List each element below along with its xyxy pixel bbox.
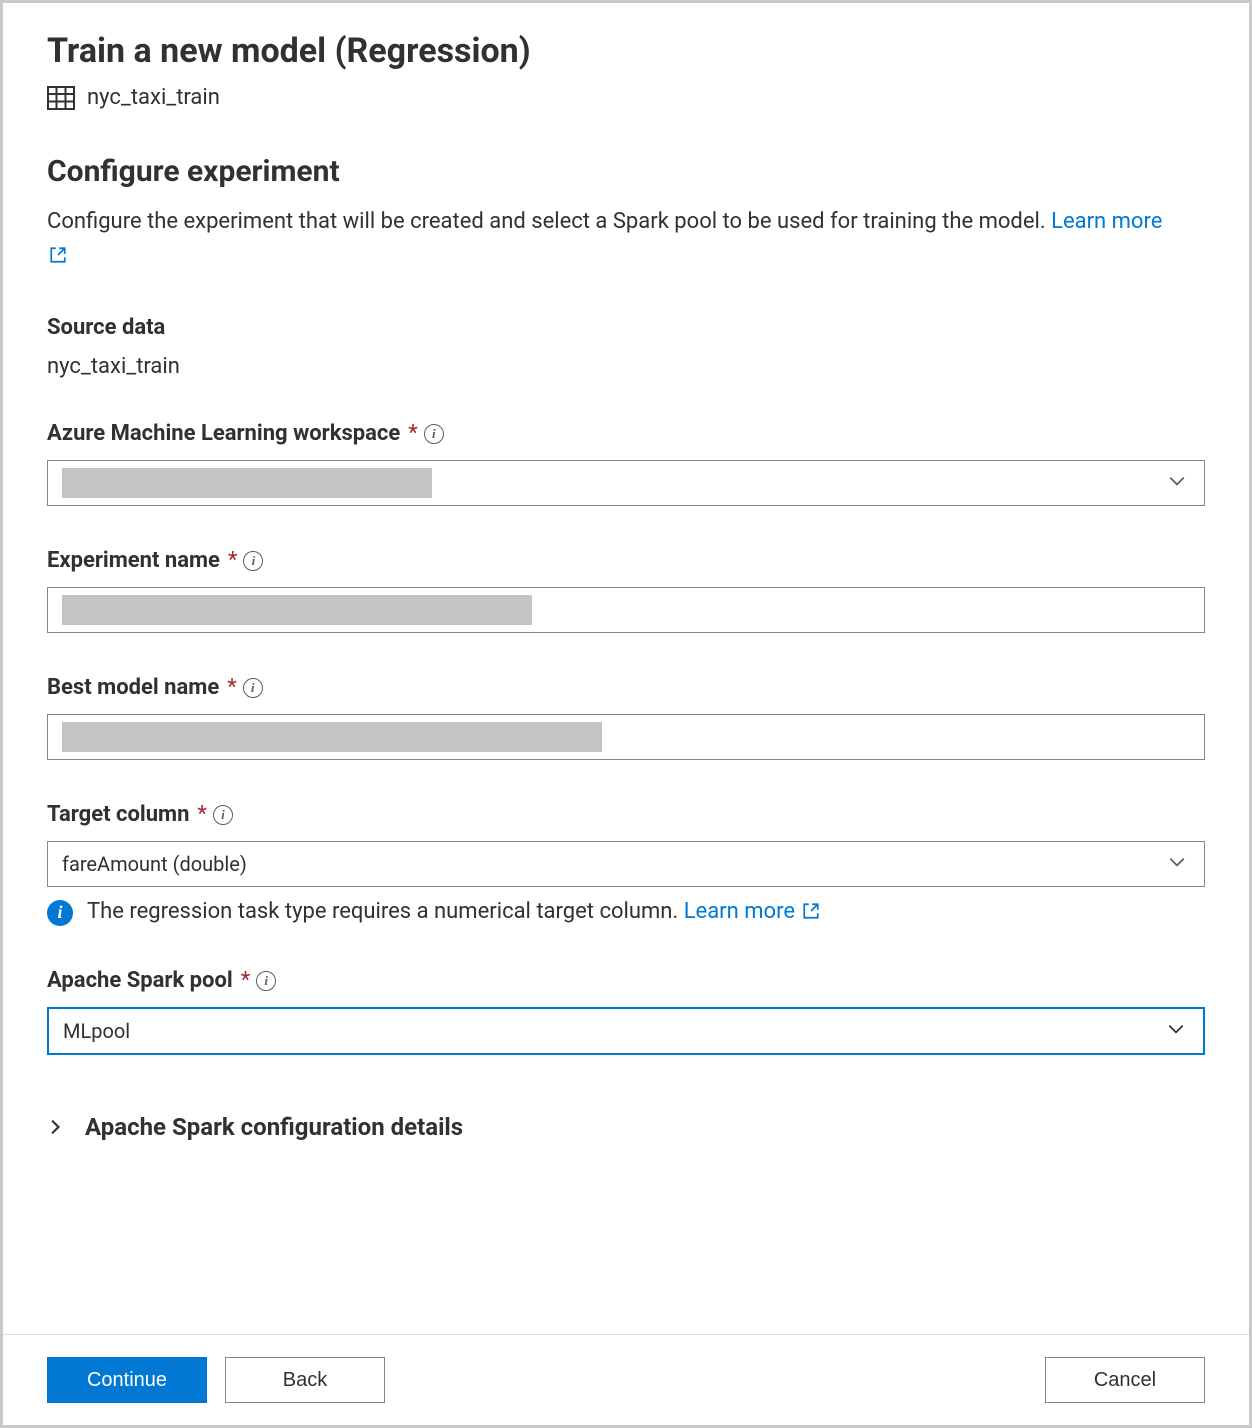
chevron-down-icon: [1167, 1019, 1185, 1043]
external-link-icon: [49, 241, 67, 275]
info-icon[interactable]: i: [424, 424, 444, 444]
external-link-icon: [802, 901, 820, 926]
target-column-select[interactable]: fareAmount (double): [47, 841, 1205, 887]
section-description: Configure the experiment that will be cr…: [47, 205, 1167, 275]
cancel-button[interactable]: Cancel: [1045, 1357, 1205, 1403]
spark-pool-field: Apache Spark pool * i MLpool: [47, 968, 1205, 1055]
required-indicator: *: [408, 421, 417, 446]
experiment-name-input[interactable]: [47, 587, 1205, 633]
chevron-right-icon: [47, 1119, 67, 1136]
info-icon[interactable]: i: [213, 805, 233, 825]
experiment-name-field: Experiment name * i: [47, 548, 1205, 633]
back-button[interactable]: Back: [225, 1357, 385, 1403]
target-learn-more-link[interactable]: Learn more: [684, 899, 821, 924]
source-data-value: nyc_taxi_train: [47, 354, 1205, 379]
dialog-content: Train a new model (Regression) nyc_taxi_…: [3, 3, 1249, 1334]
info-icon[interactable]: i: [243, 551, 263, 571]
spark-config-label: Apache Spark configuration details: [85, 1113, 463, 1141]
dataset-name: nyc_taxi_train: [87, 85, 220, 110]
target-column-info-text: The regression task type requires a nume…: [87, 899, 820, 926]
dataset-row: nyc_taxi_train: [47, 85, 1205, 110]
chevron-down-icon: [1168, 471, 1186, 495]
source-data-label: Source data: [47, 315, 1205, 340]
required-indicator: *: [227, 675, 236, 700]
workspace-select[interactable]: [47, 460, 1205, 506]
continue-button[interactable]: Continue: [47, 1357, 207, 1403]
best-model-name-label: Best model name * i: [47, 675, 1205, 700]
target-column-info: i The regression task type requires a nu…: [47, 899, 1205, 926]
dialog-footer: Continue Back Cancel: [3, 1334, 1249, 1425]
required-indicator: *: [228, 548, 237, 573]
target-column-label: Target column * i: [47, 802, 1205, 827]
best-model-name-field: Best model name * i: [47, 675, 1205, 760]
workspace-field: Azure Machine Learning workspace * i: [47, 421, 1205, 506]
page-title: Train a new model (Regression): [47, 31, 1205, 71]
experiment-name-label: Experiment name * i: [47, 548, 1205, 573]
target-column-field: Target column * i fareAmount (double) i …: [47, 802, 1205, 926]
spark-pool-value: MLpool: [63, 1019, 130, 1043]
best-model-name-input[interactable]: [47, 714, 1205, 760]
section-title: Configure experiment: [47, 154, 1205, 189]
required-indicator: *: [241, 968, 250, 993]
redacted-value: [62, 595, 532, 625]
table-icon: [47, 86, 75, 110]
info-icon: i: [47, 900, 73, 926]
required-indicator: *: [197, 802, 206, 827]
workspace-label: Azure Machine Learning workspace * i: [47, 421, 1205, 446]
source-data-block: Source data nyc_taxi_train: [47, 315, 1205, 379]
info-icon[interactable]: i: [256, 971, 276, 991]
redacted-value: [62, 468, 432, 498]
dialog-window: Train a new model (Regression) nyc_taxi_…: [0, 0, 1252, 1428]
spark-pool-label: Apache Spark pool * i: [47, 968, 1205, 993]
spark-config-expand[interactable]: Apache Spark configuration details: [47, 1113, 1205, 1141]
spark-pool-select[interactable]: MLpool: [47, 1007, 1205, 1055]
chevron-down-icon: [1168, 852, 1186, 876]
redacted-value: [62, 722, 602, 752]
section-description-text: Configure the experiment that will be cr…: [47, 209, 1051, 234]
info-icon[interactable]: i: [243, 678, 263, 698]
target-column-value: fareAmount (double): [62, 852, 247, 876]
